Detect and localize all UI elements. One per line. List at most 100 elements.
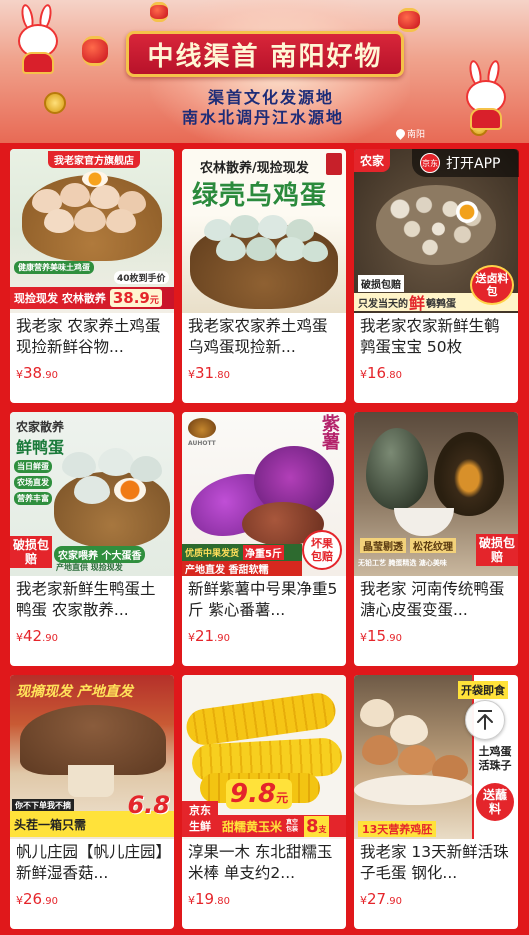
price-burst: 9.8 元 — [226, 779, 293, 809]
product-image[interactable]: 开袋即食 土鸡蛋活珠子 送蘸料 13天营养鸡胚 — [354, 675, 518, 839]
quail-egg-pile — [376, 185, 496, 265]
damage-guarantee-badge: 破损包赔 — [10, 536, 52, 568]
banner-location: 南阳 — [394, 127, 426, 140]
damage-guarantee-badge: 破损包赔 — [476, 534, 518, 566]
product-card[interactable]: 农家散养 鲜鸭蛋 当日鲜蛋 农场直发 营养丰富 破损包赔 农家喂养 个大蛋香 产… — [10, 412, 174, 666]
brand-label: 京东生鲜 — [189, 804, 211, 833]
corner-label: 紫薯 — [319, 414, 340, 450]
product-image[interactable]: 农林散养/现捡现发 绿壳乌鸡蛋 — [182, 149, 346, 313]
product-title[interactable]: 我老家农家新鲜生鹌鹑蛋宝宝 50枚 — [360, 316, 512, 358]
product-card[interactable]: 农林散养/现捡现发 绿壳乌鸡蛋 我老家农家养土鸡蛋乌鸡蛋现捡新... ¥31.8… — [182, 149, 346, 403]
century-egg-half — [434, 432, 504, 516]
product-price: ¥27.90 — [360, 889, 512, 908]
rabbit-mascot-icon — [456, 59, 516, 130]
price-integer: 19 — [195, 890, 215, 908]
product-title[interactable]: 我老家新鲜生鸭蛋土鸭蛋 农家散养... — [16, 579, 168, 621]
price-decimal: .80 — [214, 370, 230, 381]
product-price: ¥19.80 — [188, 889, 340, 908]
product-price: ¥16.80 — [360, 363, 512, 382]
product-title[interactable]: 淳果一木 东北甜糯玉米棒 单支约2... — [188, 842, 340, 884]
egg-basket — [54, 472, 170, 548]
promo-strip: 现捡现发 农林散养 38.9 元 — [10, 287, 174, 309]
hero-banner[interactable]: 中线渠首 南阳好物 渠首文化发源地 南水北调丹江水源地 南阳 — [0, 0, 529, 143]
product-card[interactable]: 我老家官方旗舰店 健康营养美味土鸡蛋 40枚到手价 现捡现发 农林散养 38.9… — [10, 149, 174, 403]
feature-tag: 农场直发 — [14, 476, 52, 489]
back-to-top-button[interactable] — [465, 700, 505, 740]
product-title[interactable]: 新鲜紫薯中号果净重5斤 紫心番薯... — [188, 579, 340, 621]
brand-logo-icon — [188, 418, 216, 438]
open-app-button[interactable]: 京东 打开APP — [412, 149, 519, 177]
egg — [74, 476, 110, 504]
product-card[interactable]: 晶莹剔透 松花纹理 无铅工艺 腌蛋精选 溏心美味 破损包赔 我老家 河南传统鸭蛋… — [354, 412, 518, 666]
product-price: ¥26.90 — [16, 889, 168, 908]
product-title[interactable]: 我老家 13天新鲜活珠子毛蛋 钢化... — [360, 842, 512, 884]
gift-sauce-badge: 送卤料包 — [470, 265, 514, 305]
currency-symbol: ¥ — [16, 894, 23, 907]
product-image[interactable]: 农家散养 鲜鸭蛋 当日鲜蛋 农场直发 营养丰富 破损包赔 农家喂养 个大蛋香 产… — [10, 412, 174, 576]
lantern-icon — [82, 36, 108, 66]
thumb-top-text-2: 鲜鸭蛋 — [16, 438, 65, 457]
gift-sauce-badge: 送蘸料 — [476, 783, 514, 821]
currency-symbol: ¥ — [188, 368, 195, 381]
price-integer: 16 — [367, 364, 387, 382]
promo-strip-2: 净重5斤 — [243, 545, 284, 560]
price-integer: 38 — [23, 364, 43, 382]
price-decimal: .90 — [42, 896, 58, 907]
price-decimal: .90 — [386, 633, 402, 644]
product-grid: 我老家官方旗舰店 健康营养美味土鸡蛋 40枚到手价 现捡现发 农林散养 38.9… — [10, 149, 519, 929]
open-app-label: 打开APP — [446, 156, 501, 172]
price-decimal: .90 — [42, 370, 58, 381]
currency-symbol: ¥ — [360, 368, 367, 381]
slogan-badge: 健康营养美味土鸡蛋 — [14, 261, 94, 274]
rabbit-mascot-icon — [8, 3, 68, 74]
fresh-strip-post: 鹌鹑蛋 — [426, 298, 457, 310]
banner-subtitle-2: 南水北调丹江水源地 — [182, 108, 345, 127]
product-card[interactable]: 京东生鲜 9.8 元 甜糯黄玉米 真空包装 8 支 淳果一木 东北甜糯玉米棒 单… — [182, 675, 346, 929]
product-card[interactable]: 现摘现发 产地直发 你不下单我不摘 头茬一箱只需 6.8 帆儿庄园【帆儿庄园】新… — [10, 675, 174, 929]
product-title[interactable]: 我老家农家养土鸡蛋乌鸡蛋现捡新... — [188, 316, 340, 358]
quail-egg-yolk — [456, 201, 478, 223]
currency-symbol: ¥ — [188, 894, 195, 907]
product-title[interactable]: 我老家 农家养土鸡蛋现捡新鲜谷物... — [16, 316, 168, 358]
thumb-top-text-1: 农家散养 — [16, 420, 65, 434]
product-image[interactable]: 我老家官方旗舰店 健康营养美味土鸡蛋 40枚到手价 现捡现发 农林散养 38.9… — [10, 149, 174, 313]
price-decimal: .90 — [42, 633, 58, 644]
egg — [98, 448, 134, 476]
thumb-top-text: 农林散养/现捡现发 — [200, 161, 309, 176]
price-decimal: .90 — [214, 633, 230, 644]
jd-logo-text: 京东 — [422, 158, 438, 168]
product-card[interactable]: AUHOTT 紫薯 优质中果发货 净重5斤 产地直发 香甜软糯 坏果包赔 新鲜紫… — [182, 412, 346, 666]
jd-logo-icon: 京东 — [420, 153, 440, 173]
product-price: ¥15.90 — [360, 626, 512, 645]
product-card[interactable]: 农家 破损包赔 只发当天的 鲜 鹌鹑蛋 送卤料包 我老家农家新鲜生鹌鹑蛋宝宝 5… — [354, 149, 518, 403]
product-image[interactable]: 晶莹剔透 松花纹理 无铅工艺 腌蛋精选 溏心美味 破损包赔 — [354, 412, 518, 576]
product-image[interactable]: AUHOTT 紫薯 优质中果发货 净重5斤 产地直发 香甜软糯 坏果包赔 — [182, 412, 346, 576]
product-image[interactable]: 现摘现发 产地直发 你不下单我不摘 头茬一箱只需 6.8 — [10, 675, 174, 839]
feature-tag: 晶莹剔透 — [360, 538, 406, 553]
promo-strip-3: 产地直发 香甜软糯 — [182, 561, 302, 576]
product-title[interactable]: 我老家 河南传统鸭蛋溏心皮蛋变蛋... — [360, 579, 512, 621]
egg — [106, 209, 136, 233]
promo-strip: 优质中果发货 净重5斤 产地直发 香甜软糯 — [182, 544, 302, 576]
fresh-strip-pre: 只发当天的 — [358, 298, 408, 310]
cracked-egg-yolk — [82, 171, 108, 187]
currency-symbol: ¥ — [16, 368, 23, 381]
price-decimal: .80 — [214, 896, 230, 907]
lantern-icon — [150, 2, 168, 22]
location-label: 南阳 — [407, 130, 426, 140]
egg — [360, 699, 394, 727]
egg — [230, 215, 260, 238]
corn-strip: 甜糯黄玉米 真空包装 8 支 — [218, 815, 346, 837]
arrow-up-icon — [477, 710, 493, 730]
duck-egg-yolk — [114, 478, 146, 502]
product-title[interactable]: 帆儿庄园【帆儿庄园】新鲜湿香菇... — [16, 842, 168, 884]
egg — [74, 207, 106, 232]
product-price: ¥38.90 — [16, 363, 168, 382]
egg — [60, 183, 90, 207]
price-decimal: .90 — [386, 896, 402, 907]
egg — [62, 452, 96, 478]
product-image[interactable]: 京东生鲜 9.8 元 甜糯黄玉米 真空包装 8 支 — [182, 675, 346, 839]
product-price: ¥42.90 — [16, 626, 168, 645]
currency-symbol: ¥ — [16, 631, 23, 644]
location-pin-icon — [394, 127, 407, 140]
